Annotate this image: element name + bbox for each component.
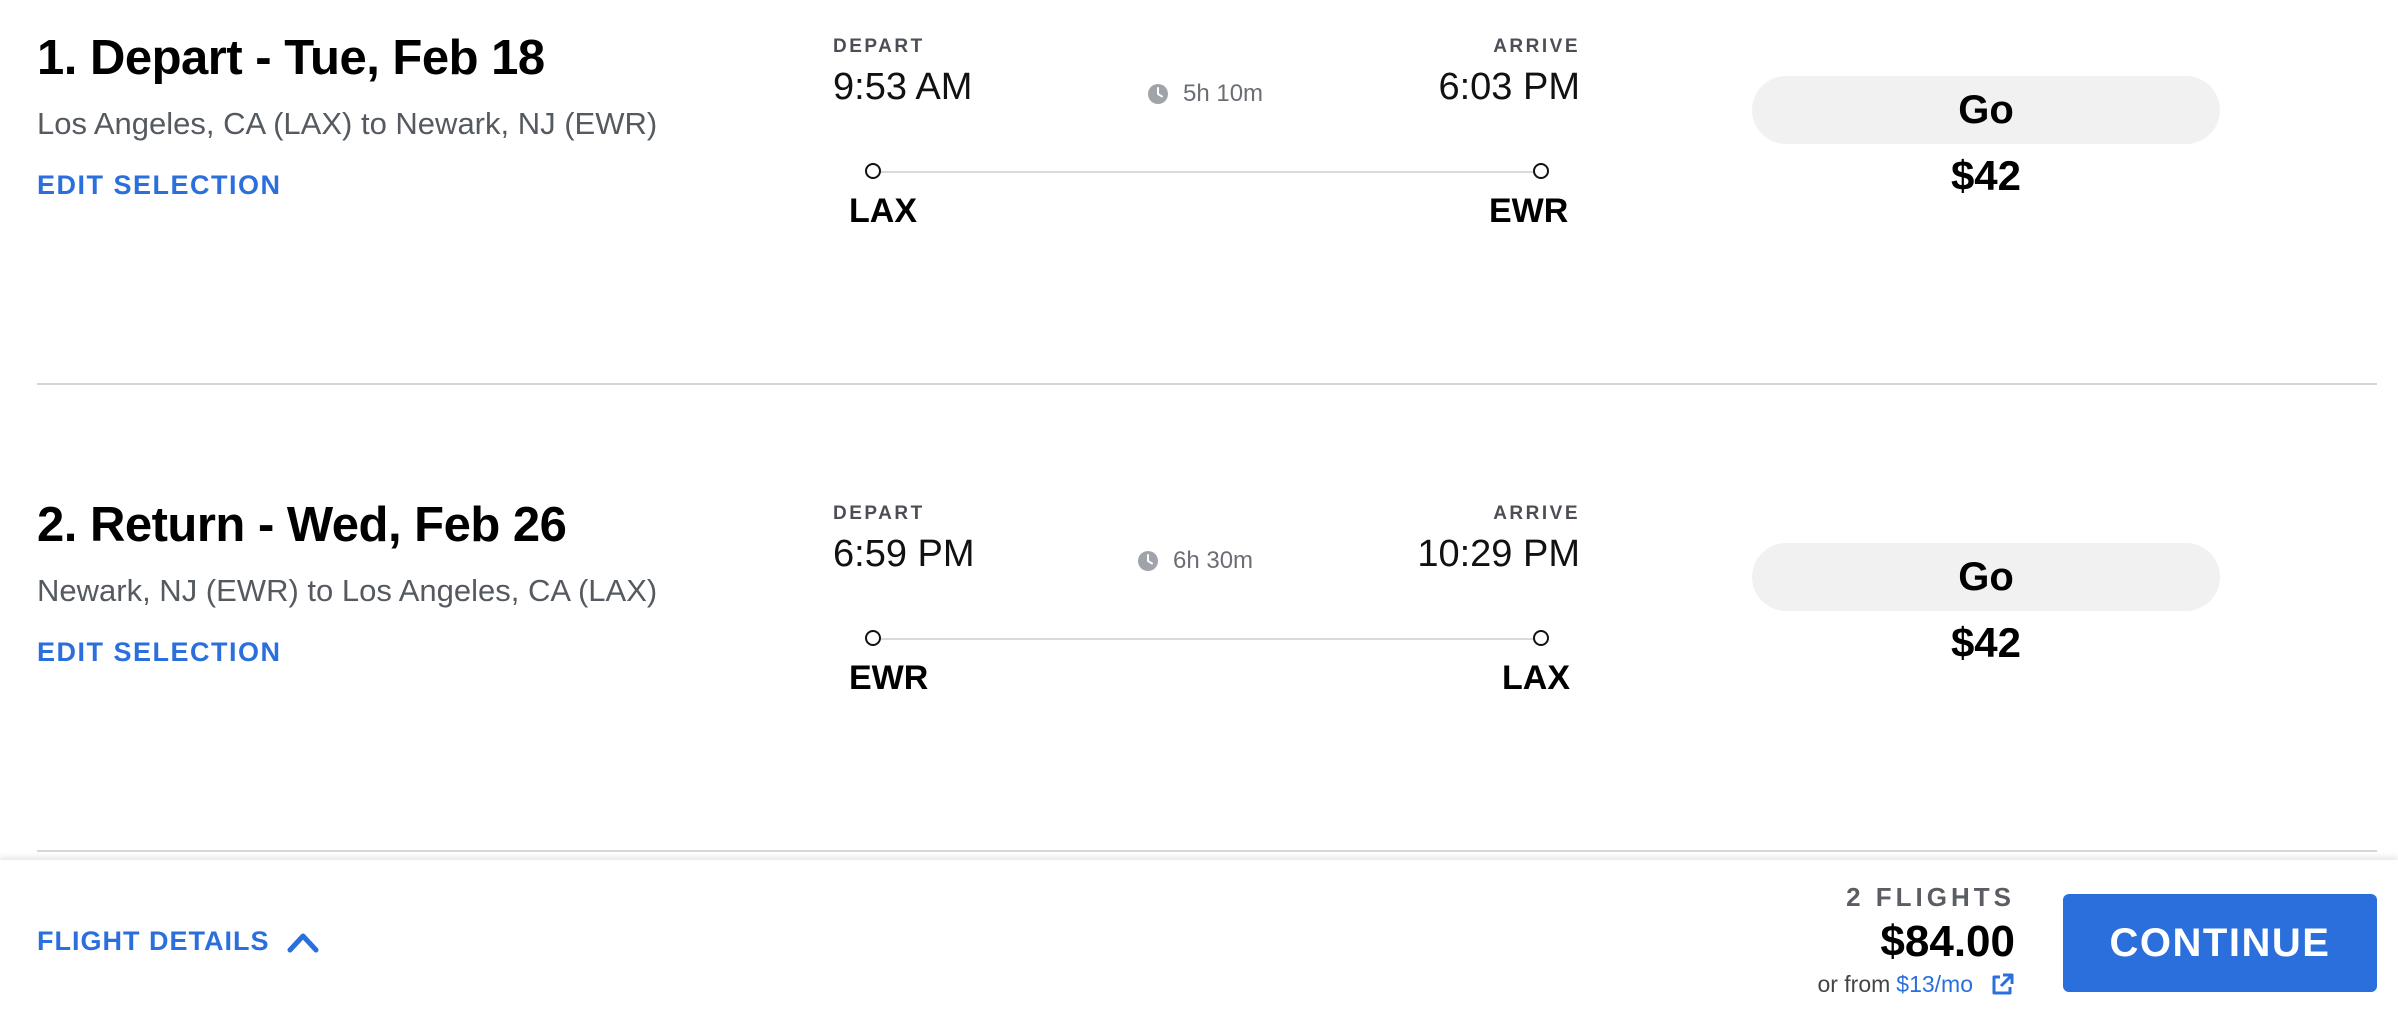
fare-price: $42 — [1950, 152, 2022, 199]
flights-count: 2 FLIGHTS — [1846, 882, 2015, 912]
external-link-icon[interactable] — [1989, 972, 2015, 998]
arrive-caption: ARRIVE — [1493, 503, 1580, 524]
depart-time: 6:59 PM — [833, 533, 975, 575]
price-summary: 2 FLIGHTS $84.00 or from $13/mo — [1817, 882, 2015, 998]
row-divider — [37, 850, 2377, 852]
destination-dot — [1533, 630, 1549, 646]
trip-title: 2. Return - Wed, Feb 26 — [37, 498, 567, 552]
fare-option-button[interactable]: Go — [1752, 76, 2220, 144]
destination-dot — [1533, 163, 1549, 179]
arrive-caption: ARRIVE — [1493, 36, 1580, 57]
flight-details-toggle[interactable]: FLIGHT DETAILS — [37, 926, 319, 957]
monthly-prefix: or from — [1817, 971, 1891, 997]
clock-icon — [1138, 551, 1158, 571]
edit-selection-link[interactable]: EDIT SELECTION — [37, 637, 282, 668]
monthly-payment: or from $13/mo — [1817, 971, 2015, 998]
origin-airport: EWR — [849, 659, 929, 697]
clock-icon — [1148, 84, 1168, 104]
flight-row-depart: 1. Depart - Tue, Feb 18 Los Angeles, CA … — [0, 0, 2398, 467]
destination-airport: LAX — [1502, 659, 1570, 697]
arrive-time: 10:29 PM — [1417, 533, 1580, 575]
trip-route: Los Angeles, CA (LAX) to Newark, NJ (EWR… — [37, 106, 658, 141]
monthly-amount-link[interactable]: $13/mo — [1896, 971, 1973, 998]
booking-footer: FLIGHT DETAILS 2 FLIGHTS $84.00 or from … — [0, 860, 2398, 1026]
flight-duration: 5h 10m — [1147, 80, 1263, 108]
depart-caption: DEPART — [833, 503, 925, 524]
origin-airport: LAX — [849, 192, 917, 230]
depart-caption: DEPART — [833, 36, 925, 57]
edit-selection-link[interactable]: EDIT SELECTION — [37, 170, 282, 201]
depart-time: 9:53 AM — [833, 66, 973, 108]
trip-title: 1. Depart - Tue, Feb 18 — [37, 31, 545, 85]
total-price: $84.00 — [1880, 917, 2015, 966]
duration-text: 5h 10m — [1183, 80, 1264, 107]
fare-price: $42 — [1950, 619, 2022, 666]
destination-airport: EWR — [1489, 192, 1569, 230]
arrive-time: 6:03 PM — [1438, 66, 1580, 108]
flight-duration: 6h 30m — [1137, 547, 1253, 575]
chevron-up-icon — [287, 933, 319, 952]
duration-text: 6h 30m — [1173, 547, 1254, 574]
origin-dot — [865, 630, 881, 646]
flight-details-label: FLIGHT DETAILS — [37, 926, 270, 956]
fare-option-button[interactable]: Go — [1752, 543, 2220, 611]
route-line — [873, 638, 1541, 640]
row-divider — [37, 383, 2377, 385]
trip-route: Newark, NJ (EWR) to Los Angeles, CA (LAX… — [37, 573, 658, 608]
origin-dot — [865, 163, 881, 179]
route-line — [873, 171, 1541, 173]
continue-button[interactable]: CONTINUE — [2063, 894, 2377, 992]
